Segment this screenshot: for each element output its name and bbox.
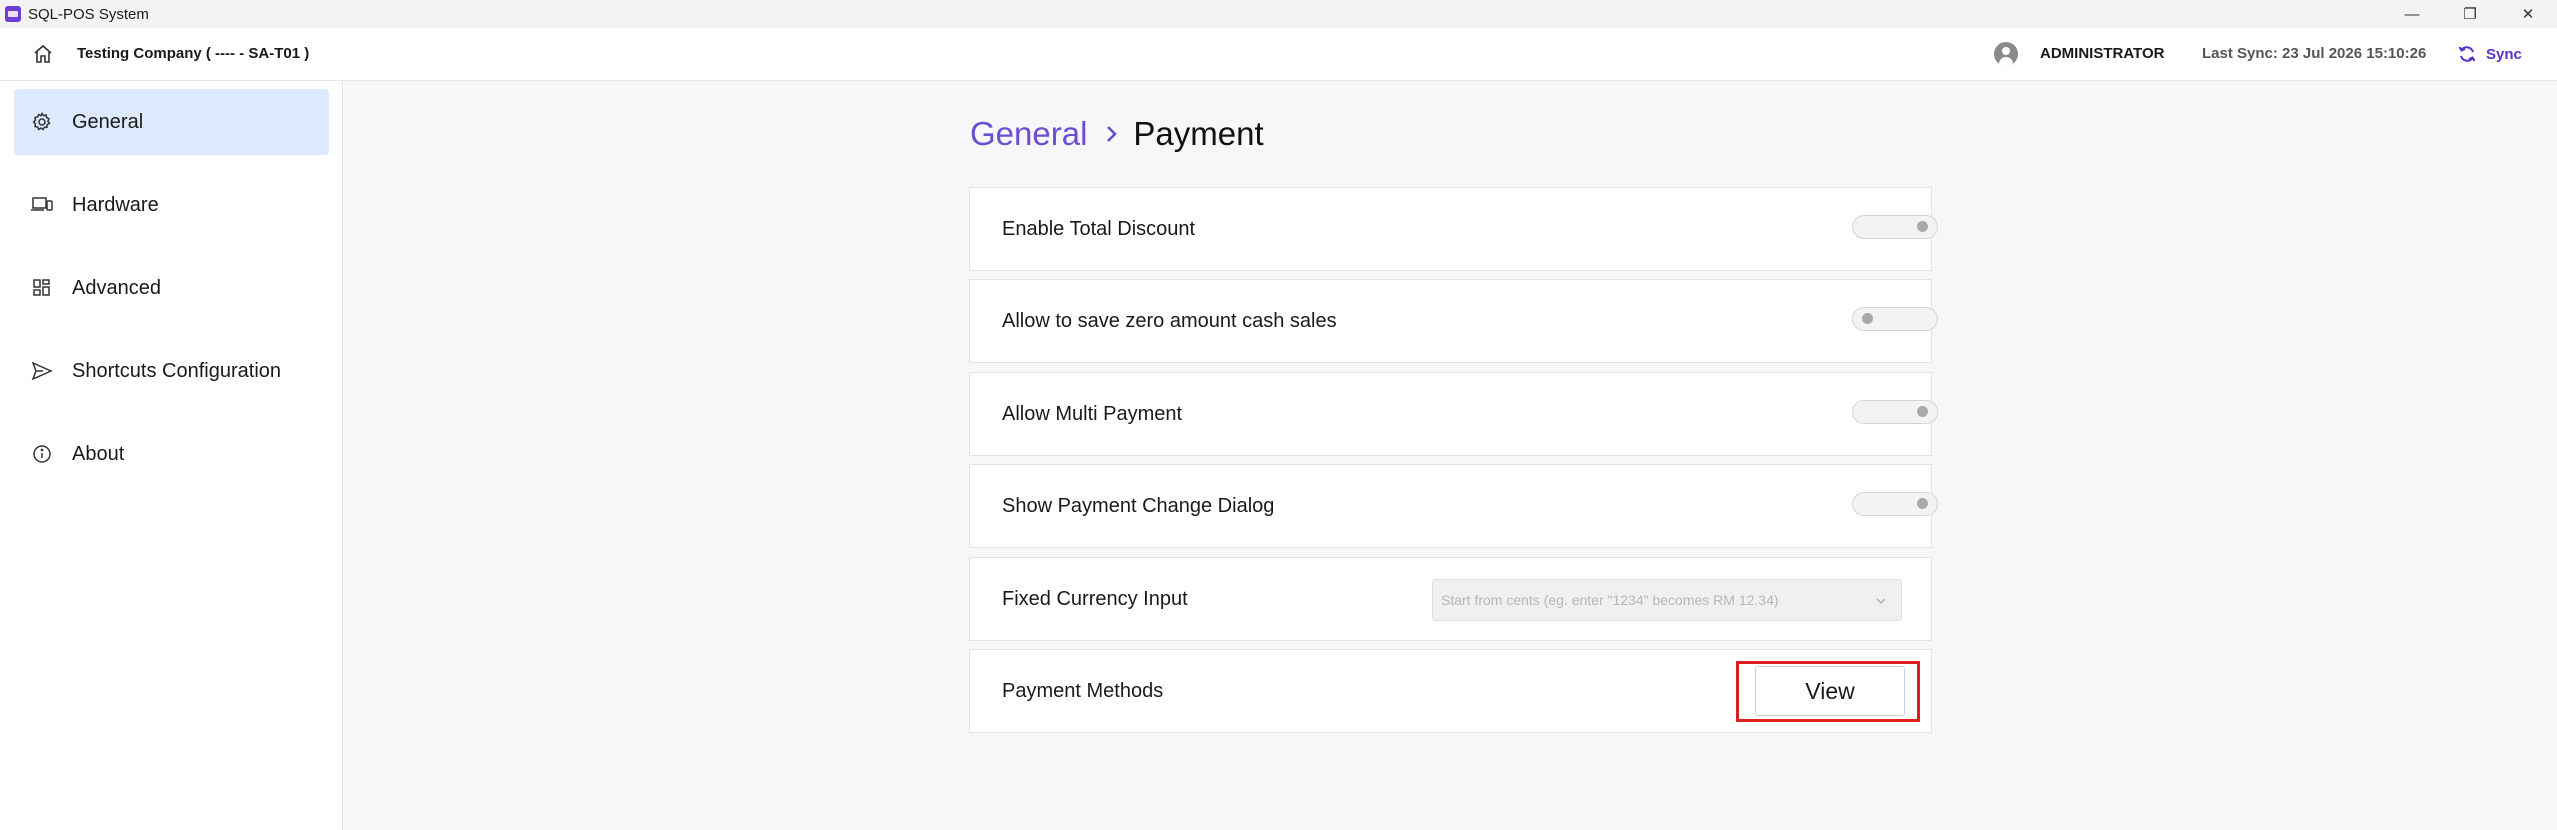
devices-icon [30, 193, 54, 217]
send-icon [30, 359, 54, 383]
setting-show-change-dialog: Show Payment Change Dialog [969, 464, 1938, 548]
enable-total-discount-toggle[interactable] [1852, 215, 1938, 239]
chevron-right-icon [1105, 124, 1119, 144]
sidebar-item-label: Advanced [72, 276, 161, 299]
page-title: Payment [1133, 115, 1264, 152]
sidebar-item-shortcuts[interactable]: Shortcuts Configuration [14, 338, 329, 404]
breadcrumb: General Payment [970, 115, 1264, 153]
app-header: Testing Company ( ---- - SA-T01 ) ADMINI… [0, 28, 2557, 81]
sidebar-item-label: About [72, 442, 125, 465]
chevron-down-icon [1875, 594, 1887, 612]
setting-label: Fixed Currency Input [1002, 588, 1188, 610]
sidebar: General Hardware Advanced Shortcuts Conf… [0, 81, 343, 830]
view-payment-methods-button[interactable]: View [1755, 666, 1905, 716]
main-content: General Payment Enable Total Discount Al… [343, 81, 2557, 830]
grid-icon [30, 276, 54, 300]
user-avatar-icon [1994, 42, 2018, 66]
sidebar-item-label: Shortcuts Configuration [72, 359, 282, 382]
setting-allow-multi-payment: Allow Multi Payment [969, 372, 1938, 456]
home-icon[interactable] [32, 43, 54, 65]
setting-label: Show Payment Change Dialog [1002, 495, 1275, 517]
app-logo-icon [5, 6, 21, 22]
sync-icon [2458, 46, 2476, 62]
breadcrumb-parent-link[interactable]: General [970, 115, 1087, 153]
window-title: SQL-POS System [28, 5, 149, 23]
username: ADMINISTRATOR [2040, 45, 2165, 62]
minimize-button[interactable]: — [2383, 0, 2441, 28]
fixed-currency-select[interactable]: Start from cents (eg. enter "1234" becom… [1432, 579, 1902, 621]
setting-label: Payment Methods [1002, 680, 1164, 702]
sync-button[interactable]: Sync [2457, 41, 2522, 67]
setting-enable-total-discount: Enable Total Discount [969, 187, 1938, 271]
allow-multi-payment-toggle[interactable] [1852, 400, 1938, 424]
setting-label: Enable Total Discount [1002, 218, 1196, 240]
sync-label: Sync [2486, 45, 2522, 63]
sidebar-item-general[interactable]: General [14, 89, 329, 155]
sidebar-item-label: General [72, 110, 144, 133]
select-value: Start from cents (eg. enter "1234" becom… [1441, 592, 1779, 608]
close-button[interactable]: ✕ [2499, 0, 2557, 28]
sidebar-item-advanced[interactable]: Advanced [14, 255, 329, 321]
setting-label: Allow Multi Payment [1002, 403, 1183, 425]
restore-button[interactable]: ❐ [2441, 0, 2499, 28]
setting-allow-zero-cash: Allow to save zero amount cash sales [969, 279, 1938, 363]
show-change-dialog-toggle[interactable] [1852, 492, 1938, 516]
sidebar-item-about[interactable]: About [14, 421, 329, 487]
setting-fixed-currency-input: Fixed Currency Input Start from cents (e… [969, 557, 1932, 641]
last-sync-status: Last Sync: 23 Jul 2026 15:10:26 [2202, 45, 2427, 62]
sidebar-item-hardware[interactable]: Hardware [14, 172, 329, 238]
company-name: Testing Company ( ---- - SA-T01 ) [77, 45, 310, 62]
window-controls: — ❐ ✕ [2383, 0, 2557, 28]
sidebar-item-label: Hardware [72, 193, 159, 216]
gear-icon [30, 110, 54, 134]
info-icon [30, 442, 54, 466]
window-title-bar: SQL-POS System — ❐ ✕ [0, 0, 2557, 28]
setting-label: Allow to save zero amount cash sales [1002, 310, 1337, 332]
allow-zero-cash-toggle[interactable] [1852, 307, 1938, 331]
